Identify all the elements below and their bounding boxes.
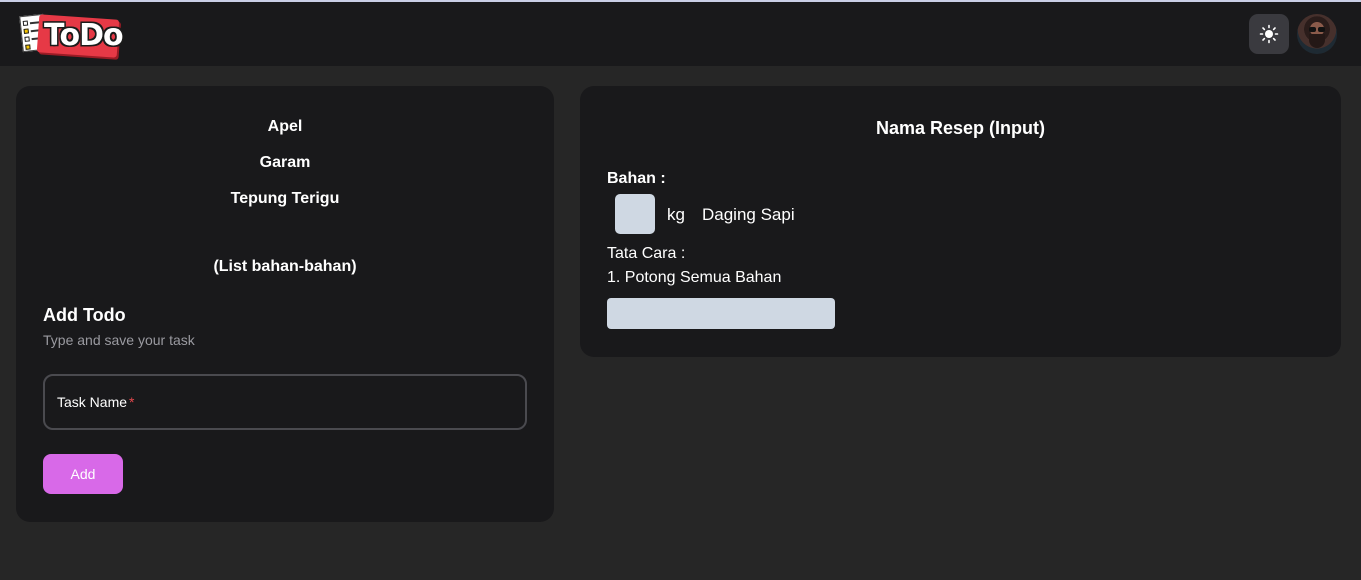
- avatar-glasses: [1318, 27, 1325, 32]
- theme-toggle-button[interactable]: [1249, 14, 1289, 54]
- step-input[interactable]: [607, 298, 835, 329]
- ingredient-item: Tepung Terigu: [230, 190, 340, 207]
- ingredient-item: Garam: [259, 154, 311, 171]
- add-todo-title: Add Todo: [43, 305, 126, 325]
- logo-text: ToDo: [44, 18, 124, 53]
- sun-icon: [1259, 24, 1279, 44]
- step-item: 1. Potong Semua Bahan: [607, 269, 782, 286]
- bahan-label: Bahan :: [607, 170, 666, 187]
- add-todo-subtitle: Type and save your task: [43, 332, 195, 348]
- avatar-beard: [1309, 34, 1325, 48]
- required-mark: *: [129, 394, 135, 410]
- ingredient-item: Apel: [267, 118, 303, 135]
- avatar-glasses: [1309, 27, 1316, 32]
- tata-cara-label: Tata Cara :: [607, 245, 686, 262]
- ingredient-name: Daging Sapi: [702, 205, 795, 224]
- unit-label: kg: [667, 205, 685, 224]
- user-avatar[interactable]: [1297, 14, 1337, 54]
- navbar: ToDo: [0, 2, 1361, 66]
- todo-card: Apel Garam Tepung Terigu (List bahan-bah…: [16, 86, 554, 522]
- task-name-label: Task Name *: [57, 394, 135, 410]
- task-name-input[interactable]: Task Name *: [43, 374, 527, 430]
- add-button[interactable]: Add: [43, 454, 123, 494]
- todo-logo[interactable]: ToDo: [18, 11, 124, 58]
- ingredient-list-caption: (List bahan-bahan): [213, 258, 357, 275]
- quantity-input[interactable]: [615, 194, 655, 234]
- recipe-title: Nama Resep (Input): [875, 118, 1046, 138]
- recipe-card: Nama Resep (Input) Bahan : kg Daging Sap…: [580, 86, 1341, 357]
